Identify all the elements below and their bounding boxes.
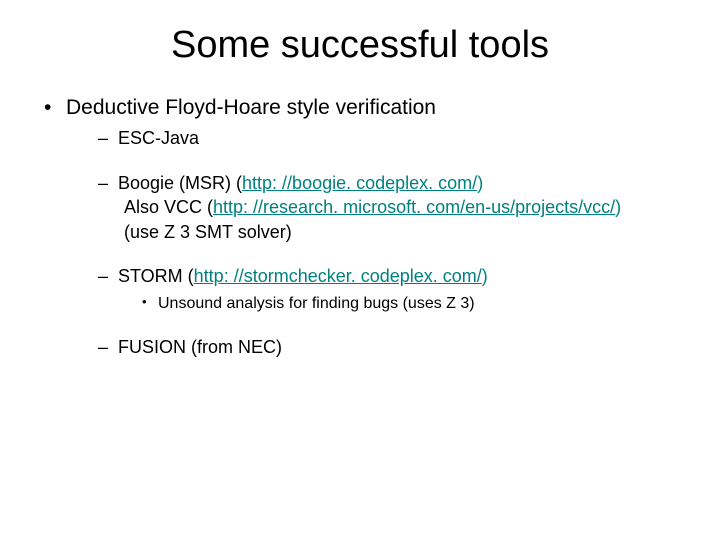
item-fusion: FUSION (from NEC) (98, 336, 700, 359)
slide-body: Deductive Floyd-Hoare style verification… (0, 75, 720, 358)
bullet-deductive: Deductive Floyd-Hoare style verification… (44, 95, 700, 358)
item-esc-java: ESC-Java (98, 127, 700, 150)
storm-prefix: STORM ( (118, 266, 194, 286)
storm-link[interactable]: http: //stormchecker. codeplex. com/ (194, 266, 482, 286)
storm-sub: Unsound analysis for finding bugs (uses … (142, 294, 700, 314)
storm-sub-text: Unsound analysis for finding bugs (uses … (158, 295, 475, 312)
vcc-prefix: Also VCC ( (124, 197, 213, 217)
item-esc-java-text: ESC-Java (118, 128, 199, 148)
boogie-line-vcc: Also VCC (http: //research. microsoft. c… (118, 196, 700, 219)
vcc-suffix: ) (615, 197, 621, 217)
boogie-line-z3: (use Z 3 SMT solver) (118, 221, 700, 244)
storm-suffix: ) (482, 266, 488, 286)
boogie-suffix: ) (477, 173, 483, 193)
boogie-prefix: Boogie (MSR) ( (118, 173, 242, 193)
slide-title: Some successful tools (0, 0, 720, 75)
boogie-link[interactable]: http: //boogie. codeplex. com/ (242, 173, 477, 193)
vcc-link[interactable]: http: //research. microsoft. com/en-us/p… (213, 197, 615, 217)
item-storm: STORM (http: //stormchecker. codeplex. c… (98, 265, 700, 314)
item-boogie: Boogie (MSR) (http: //boogie. codeplex. … (98, 172, 700, 244)
item-fusion-text: FUSION (from NEC) (118, 337, 282, 357)
bullet-deductive-text: Deductive Floyd-Hoare style verification (66, 96, 436, 119)
slide: Some successful tools Deductive Floyd-Ho… (0, 0, 720, 540)
